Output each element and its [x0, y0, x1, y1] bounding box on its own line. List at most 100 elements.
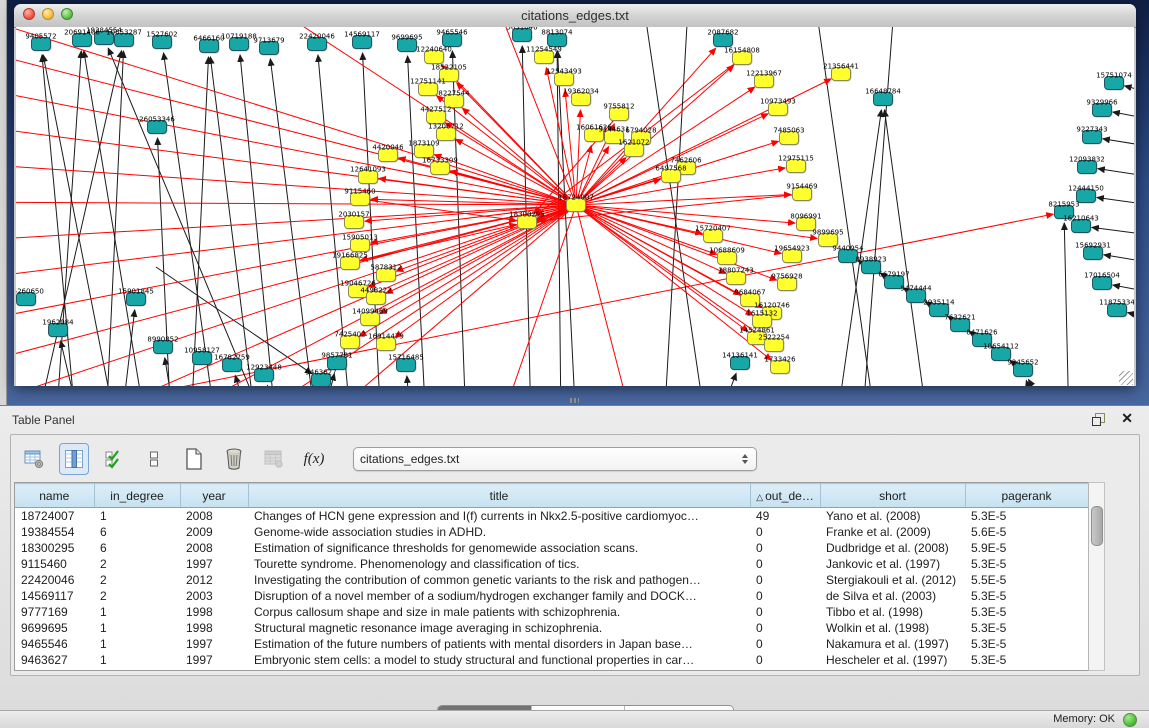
- graph-node[interactable]: [350, 192, 370, 206]
- table-row[interactable]: 911546021997Tourette syndrome. Phenomeno…: [15, 556, 1088, 572]
- graph-node[interactable]: [796, 217, 816, 231]
- graph-node[interactable]: [792, 187, 812, 201]
- delete-column-icon[interactable]: [219, 443, 249, 475]
- graph-node[interactable]: [327, 356, 347, 370]
- graph-node[interactable]: [192, 351, 212, 365]
- graph-node[interactable]: [624, 143, 644, 157]
- graph-node[interactable]: [661, 169, 681, 183]
- graph-node[interactable]: [1013, 363, 1033, 377]
- graph-node[interactable]: [360, 312, 380, 326]
- graph-node[interactable]: [584, 128, 604, 142]
- graph-node[interactable]: [1083, 246, 1103, 260]
- graph-node[interactable]: [554, 72, 574, 86]
- graph-node[interactable]: [397, 38, 417, 52]
- graph-node[interactable]: [229, 37, 249, 51]
- graph-node[interactable]: [717, 251, 737, 265]
- graph-node[interactable]: [344, 215, 364, 229]
- column-header-in_degree[interactable]: in_degree: [94, 484, 180, 508]
- graph-node[interactable]: [730, 356, 750, 370]
- graph-node[interactable]: [1082, 130, 1102, 144]
- graph-node[interactable]: [254, 368, 274, 382]
- graph-node[interactable]: [1077, 160, 1097, 174]
- graph-node[interactable]: [906, 289, 926, 303]
- table-scrollbar[interactable]: [1088, 482, 1105, 671]
- graph-node[interactable]: [764, 338, 784, 352]
- table-row[interactable]: 969969511998Structural magnetic resonanc…: [15, 620, 1088, 636]
- zoom-window-button[interactable]: [61, 8, 73, 20]
- graph-node[interactable]: [424, 50, 444, 64]
- graph-node[interactable]: [779, 131, 799, 145]
- graph-node[interactable]: [199, 39, 219, 53]
- graph-node[interactable]: [512, 28, 532, 42]
- graph-node[interactable]: [1104, 76, 1124, 90]
- graph-node[interactable]: [94, 31, 114, 45]
- graph-node[interactable]: [439, 68, 459, 82]
- graph-node[interactable]: [259, 41, 279, 55]
- function-builder-icon[interactable]: f(x): [299, 443, 329, 475]
- show-columns-icon[interactable]: [59, 443, 89, 475]
- graph-node[interactable]: [436, 127, 456, 141]
- graph-node[interactable]: [786, 159, 806, 173]
- graph-node[interactable]: [732, 51, 752, 65]
- graph-node[interactable]: [72, 33, 92, 47]
- graph-node[interactable]: [153, 340, 173, 354]
- graph-node[interactable]: [740, 293, 760, 307]
- graph-node[interactable]: [366, 291, 386, 305]
- table-selector-dropdown[interactable]: citations_edges.txt: [353, 447, 757, 471]
- graph-node[interactable]: [929, 303, 949, 317]
- graph-node[interactable]: [126, 292, 146, 306]
- graph-node[interactable]: [873, 92, 893, 106]
- graph-node[interactable]: [31, 37, 51, 51]
- graph-node[interactable]: [1071, 219, 1091, 233]
- graph-node[interactable]: [884, 275, 904, 289]
- graph-node[interactable]: [838, 249, 858, 263]
- graph-node[interactable]: [348, 284, 368, 298]
- graph-node[interactable]: [222, 358, 242, 372]
- graph-node[interactable]: [430, 161, 450, 175]
- table-row[interactable]: 1830029562008Estimation of significance …: [15, 540, 1088, 556]
- graph-node[interactable]: [152, 35, 172, 49]
- column-header-pagerank[interactable]: pagerank: [965, 484, 1088, 508]
- graph-node[interactable]: [311, 373, 331, 386]
- graph-node[interactable]: [754, 74, 774, 88]
- graph-node[interactable]: [534, 50, 554, 64]
- graph-node[interactable]: [547, 33, 567, 47]
- column-header-year[interactable]: year: [180, 484, 248, 508]
- graph-node[interactable]: [1092, 276, 1112, 290]
- graph-node[interactable]: [571, 92, 591, 106]
- graph-node[interactable]: [358, 170, 378, 184]
- graph-node[interactable]: [350, 238, 370, 252]
- graph-node[interactable]: [713, 33, 733, 47]
- graph-node[interactable]: [517, 215, 537, 229]
- table-row[interactable]: 1456911722003Disruption of a novel membe…: [15, 588, 1088, 604]
- graph-node[interactable]: [340, 256, 360, 270]
- window-titlebar[interactable]: citations_edges.txt: [14, 4, 1136, 28]
- graph-node[interactable]: [1076, 189, 1096, 203]
- column-header-out_de[interactable]: △out_de…: [750, 484, 820, 508]
- column-header-short[interactable]: short: [820, 484, 965, 508]
- graph-node[interactable]: [1054, 205, 1074, 219]
- column-header-title[interactable]: title: [248, 484, 750, 508]
- new-column-icon[interactable]: [179, 443, 209, 475]
- graph-node[interactable]: [972, 333, 992, 347]
- graph-node[interactable]: [604, 130, 624, 144]
- graph-node[interactable]: [726, 271, 746, 285]
- graph-node[interactable]: [396, 358, 416, 372]
- resize-grip-icon[interactable]: [1119, 371, 1133, 385]
- graph-node[interactable]: [831, 67, 851, 81]
- close-window-button[interactable]: [23, 8, 35, 20]
- graph-node[interactable]: [352, 35, 372, 49]
- table-mode-icon[interactable]: [19, 443, 49, 475]
- graph-node[interactable]: [376, 268, 396, 282]
- graph-node[interactable]: [818, 233, 838, 247]
- graph-node[interactable]: [114, 33, 134, 47]
- table-row[interactable]: 946554611997Estimation of the future num…: [15, 636, 1088, 652]
- scrollbar-thumb[interactable]: [1091, 506, 1103, 546]
- table-row[interactable]: 977716911998Corpus callosum shape and si…: [15, 604, 1088, 620]
- graph-node[interactable]: [609, 107, 629, 121]
- table-row[interactable]: 946362711997Embryonic stem cells: a mode…: [15, 652, 1088, 668]
- graph-node[interactable]: [418, 82, 438, 96]
- graph-node[interactable]: [770, 360, 790, 374]
- rows-icon[interactable]: [139, 443, 169, 475]
- panel-splitter-grip[interactable]: [570, 398, 579, 403]
